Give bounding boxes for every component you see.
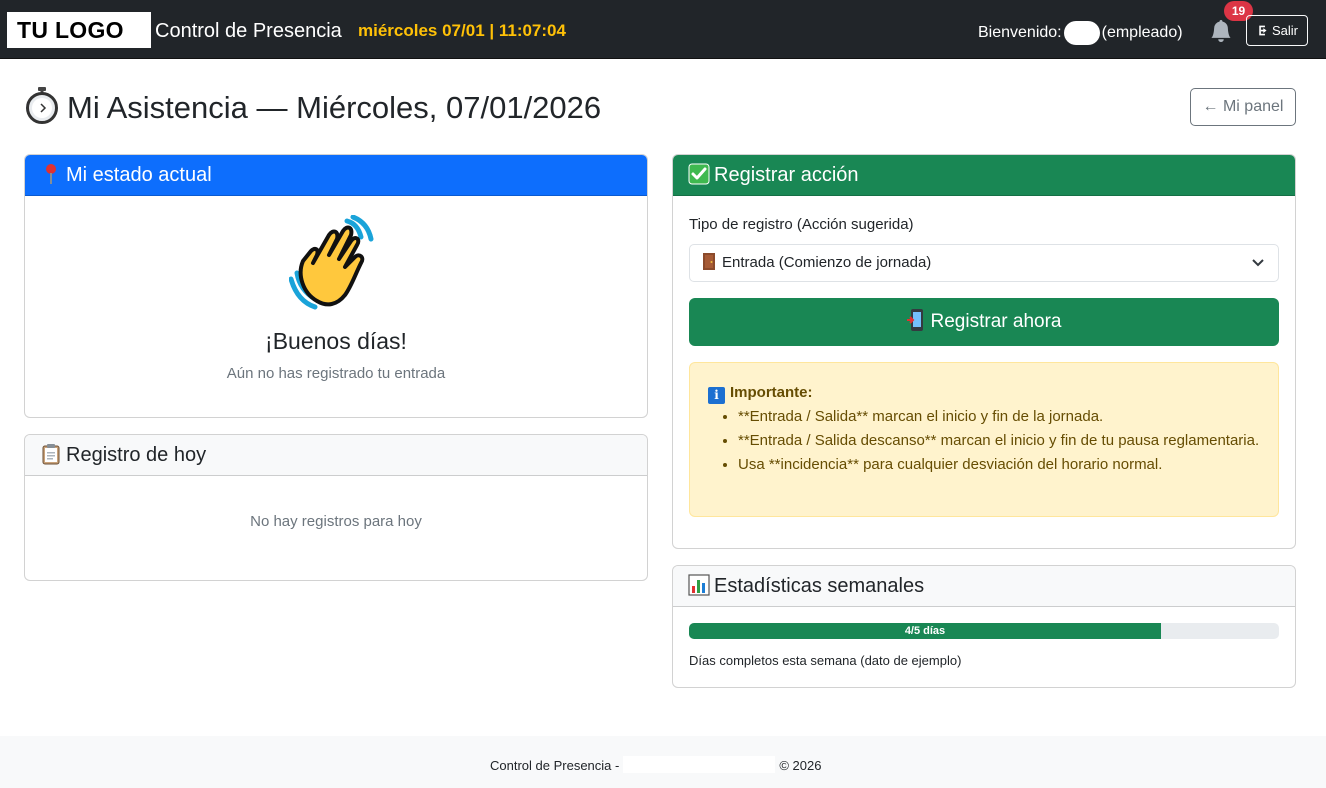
alert-item: **Entrada / Salida descanso** marcan el … bbox=[738, 429, 1268, 453]
alert-item: **Entrada / Salida** marcan el inicio y … bbox=[738, 405, 1268, 429]
brand-title[interactable]: Control de Presencia bbox=[155, 19, 342, 43]
alert-title: i Importante: bbox=[708, 383, 813, 404]
greeting: ¡Buenos días! bbox=[265, 328, 407, 354]
today-card-title: Registro de hoy bbox=[66, 444, 207, 466]
mobile-phone-arrow-icon bbox=[906, 309, 923, 331]
register-action-card: Registrar acción Tipo de registro (Acció… bbox=[672, 154, 1296, 549]
welcome-prefix: Bienvenido: bbox=[978, 24, 1062, 42]
footer-copyright: © 2026 bbox=[779, 758, 822, 773]
register-card-header: Registrar acción bbox=[673, 155, 1295, 196]
check-mark-icon bbox=[688, 163, 710, 185]
status-card: Mi estado actual ¡Buenos días! Aún no ha… bbox=[24, 154, 648, 418]
record-type-label: Tipo de registro (Acción sugerida) bbox=[689, 216, 914, 233]
stats-note: Días completos esta semana (dato de ejem… bbox=[689, 653, 962, 668]
record-type-select[interactable]: Entrada (Comienzo de jornada) bbox=[689, 244, 1279, 282]
user-name-redacted bbox=[1063, 21, 1100, 45]
door-icon bbox=[703, 253, 715, 270]
empty-records-message: No hay registros para hoy bbox=[250, 513, 422, 530]
logout-icon bbox=[1259, 25, 1267, 36]
welcome-text: Bienvenido: (empleado) bbox=[978, 21, 1183, 45]
alert-title-text: Importante: bbox=[730, 384, 813, 401]
stats-card-header: Estadísticas semanales bbox=[673, 566, 1295, 607]
status-card-header: Mi estado actual bbox=[25, 155, 647, 196]
logo[interactable]: TU LOGO bbox=[7, 12, 151, 48]
bar-chart-icon bbox=[688, 574, 710, 596]
footer: Control de Presencia - © 2026 bbox=[0, 736, 1326, 788]
clipboard-icon bbox=[42, 444, 60, 465]
chevron-down-icon bbox=[1252, 259, 1264, 267]
company-name-redacted bbox=[623, 756, 776, 773]
info-icon: i bbox=[708, 387, 725, 404]
today-card-header: Registro de hoy bbox=[25, 435, 647, 476]
page-title-text: Mi Asistencia — Miércoles, 07/01/2026 bbox=[67, 90, 602, 125]
my-panel-button[interactable]: ← Mi panel bbox=[1190, 88, 1296, 126]
footer-prefix: Control de Presencia - bbox=[490, 758, 620, 773]
alert-list: **Entrada / Salida** marcan el inicio y … bbox=[738, 405, 1268, 477]
bell-icon[interactable] bbox=[1210, 20, 1232, 42]
logout-button[interactable]: Salir bbox=[1246, 15, 1308, 46]
page-title: Mi Asistencia — Miércoles, 07/01/2026 bbox=[25, 86, 601, 127]
weekly-stats-card: Estadísticas semanales 4/5 días Días com… bbox=[672, 565, 1296, 688]
logout-label: Salir bbox=[1271, 23, 1298, 38]
register-card-title: Registrar acción bbox=[714, 164, 859, 186]
user-role: (empleado) bbox=[1101, 24, 1183, 42]
progress-fill: 4/5 días bbox=[689, 623, 1161, 639]
today-records-card: Registro de hoy No hay registros para ho… bbox=[24, 434, 648, 581]
register-now-label: Registrar ahora bbox=[930, 311, 1062, 332]
footer-text: Control de Presencia - © 2026 bbox=[490, 756, 821, 774]
status-subtitle: Aún no has registrado tu entrada bbox=[226, 365, 446, 382]
waving-hand-icon bbox=[289, 215, 374, 310]
status-card-title: Mi estado actual bbox=[66, 164, 212, 186]
live-clock: miércoles 07/01 | 11:07:04 bbox=[358, 21, 566, 40]
stats-card-title: Estadísticas semanales bbox=[714, 575, 925, 597]
selected-option: Entrada (Comienzo de jornada) bbox=[722, 254, 932, 271]
important-alert: i Importante: **Entrada / Salida** marcan… bbox=[689, 362, 1279, 517]
weekly-progress-bar: 4/5 días bbox=[689, 623, 1279, 639]
stopwatch-icon bbox=[26, 87, 58, 124]
register-now-button[interactable]: Registrar ahora bbox=[689, 298, 1279, 346]
pushpin-icon bbox=[46, 164, 56, 184]
alert-item: Usa **incidencia** para cualquier desvia… bbox=[738, 453, 1268, 477]
top-navbar: TU LOGO Control de Presencia miércoles 0… bbox=[0, 0, 1326, 59]
